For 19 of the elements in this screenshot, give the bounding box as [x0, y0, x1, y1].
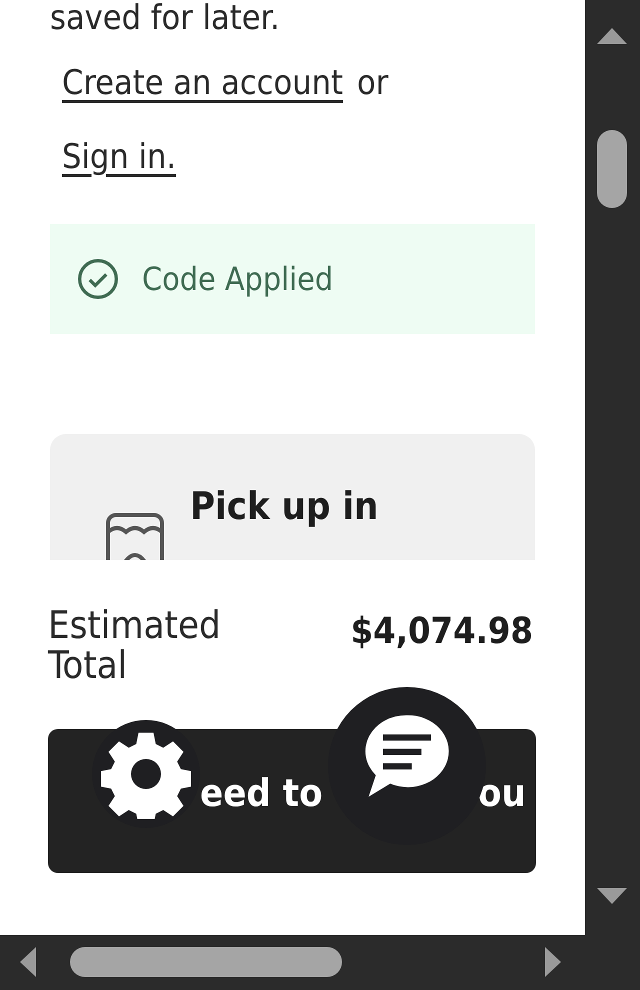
scroll-up-arrow-icon[interactable]: [597, 28, 627, 44]
horizontal-scrollbar[interactable]: [0, 935, 585, 990]
status-text: Code Applied: [142, 260, 334, 298]
pickup-option-card[interactable]: Pick up in: [50, 434, 535, 560]
body-text: saved for later.: [50, 0, 281, 40]
total-value: $4,074.98: [350, 611, 533, 652]
scroll-right-arrow-icon[interactable]: [545, 947, 561, 977]
vertical-scrollbar[interactable]: [585, 0, 640, 935]
pickup-label: Pick up in: [190, 484, 378, 528]
scroll-left-arrow-icon[interactable]: [20, 947, 36, 977]
check-circle-icon: [76, 257, 120, 301]
store-icon: [105, 512, 165, 560]
scroll-down-arrow-icon[interactable]: [597, 888, 627, 904]
scrollbar-thumb[interactable]: [70, 947, 342, 977]
create-account-link[interactable]: Create an account: [62, 63, 343, 103]
scrollbar-thumb[interactable]: [597, 130, 627, 208]
sign-in-link[interactable]: Sign in.: [62, 137, 176, 177]
total-label: Estimated Total: [48, 605, 222, 685]
joiner-text: or: [356, 63, 388, 103]
